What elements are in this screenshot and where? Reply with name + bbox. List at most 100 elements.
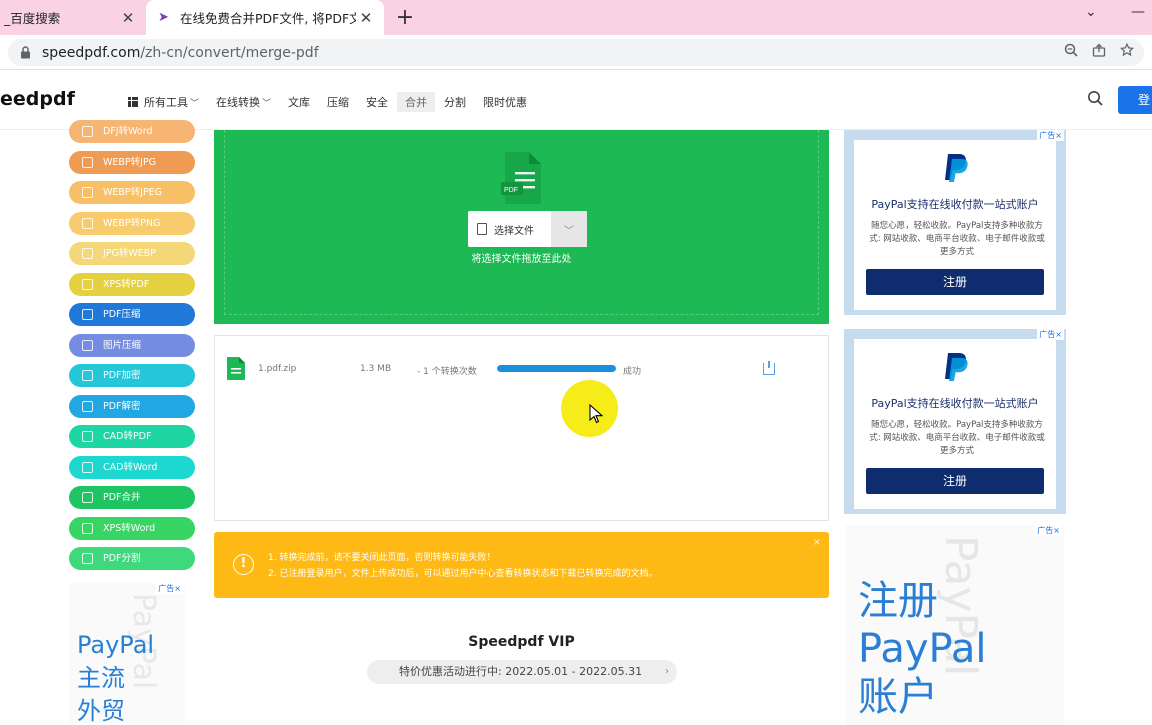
tool-icon (82, 217, 93, 229)
sidebar-tool-button[interactable]: 图片压缩 (69, 333, 195, 357)
download-icon[interactable] (763, 361, 775, 375)
nav-limited-offer[interactable]: 限时优惠 (483, 94, 527, 110)
bookmark-star-icon[interactable] (1119, 42, 1135, 61)
upload-dropzone[interactable]: PDF 选择文件 ﹀ 将选择文件拖放至此处 (214, 130, 829, 324)
vip-promo-link[interactable]: 特价优惠活动进行中: 2022.05.01 - 2022.05.31 › (367, 660, 677, 684)
chevron-right-icon: › (665, 666, 669, 677)
nav-library[interactable]: 文库 (288, 94, 310, 110)
close-icon[interactable]: ✕ (356, 9, 376, 27)
ad-small-line: PayPal (77, 631, 155, 659)
paypal-small-ad[interactable]: 广告× PayPal PayPal 主流 外贸 (69, 583, 185, 723)
tool-icon (82, 309, 93, 320)
tool-label: JPG转WEBP (103, 248, 157, 259)
tool-label: WEBP转JPEG (103, 187, 163, 198)
svg-text:PDF: PDF (504, 187, 518, 194)
ad-choices-icon[interactable]: 广告× (1035, 525, 1062, 536)
sidebar-tool-button[interactable]: CAD转PDF (69, 425, 195, 448)
tool-icon (82, 553, 93, 564)
notice-line: 2. 已注册登录用户，文件上传成功后，可以通过用户中心查看转换状态和下载已转换完… (268, 569, 658, 579)
tab-speedpdf[interactable]: ➤ 在线免费合并PDF文件, 将PDF文 ✕ (146, 0, 384, 35)
tool-label: 图片压缩 (103, 339, 142, 351)
chevron-down-icon[interactable]: ⌄ (1085, 4, 1097, 20)
status-text: 成功 (623, 367, 642, 377)
warning-icon: ! (233, 554, 254, 575)
grid-icon (128, 97, 138, 107)
paypal-ad[interactable]: 广告× PayPal支持在线收付款一站式账户 随您心愿，轻松收款。PayPal支… (844, 130, 1066, 315)
new-tab-icon[interactable]: + (393, 5, 417, 30)
tool-icon (82, 492, 93, 503)
file-size: 1.3 MB (360, 364, 392, 374)
choose-file-label: 选择文件 (494, 225, 534, 237)
tool-icon (82, 187, 93, 198)
ad-body: 随您心愿，轻松收款。PayPal支持多种收款方式: 网站收款、电商平台收款、电子… (869, 221, 1045, 257)
lock-icon (20, 45, 34, 60)
nav-all-tools[interactable]: 所有工具 ﹀ (128, 94, 199, 110)
nav-split[interactable]: 分割 (444, 94, 466, 110)
tool-label: PDF压缩 (103, 309, 141, 320)
tool-label: WEBP转PNG (103, 217, 161, 229)
tool-icon (82, 522, 93, 534)
mouse-cursor-icon (589, 403, 604, 428)
progress-bar (497, 365, 616, 372)
ad-big-line: 账户 (858, 674, 938, 720)
sidebar-tool-button[interactable]: WEBP转JPG (69, 150, 195, 174)
url-input[interactable]: speedpdf.com/zh-cn/convert/merge-pdf (8, 39, 1144, 66)
choose-file-main[interactable]: 选择文件 (468, 211, 551, 247)
pdf-file-icon: PDF (501, 152, 541, 204)
file-list: 1.pdf.zip 1.3 MB - 1 个转换次数 成功 (214, 335, 829, 521)
site-logo[interactable]: eedpdf (0, 88, 75, 110)
paypal-logo-icon (942, 351, 970, 383)
tool-label: WEBP转JPG (103, 156, 157, 168)
login-button[interactable]: 登 (1118, 86, 1152, 114)
paypal-logo-icon (942, 152, 970, 184)
tab-baidu[interactable]: _百度搜索 ✕ (0, 0, 146, 35)
paypal-ad[interactable]: 广告× PayPal支持在线收付款一站式账户 随您心愿，轻松收款。PayPal支… (844, 329, 1066, 514)
list-item: 1.pdf.zip 1.3 MB - 1 个转换次数 成功 (215, 356, 830, 382)
sidebar-tool-button[interactable]: PDF分割 (69, 547, 195, 570)
ad-register-button[interactable]: 注册 (866, 269, 1044, 295)
file-name: 1.pdf.zip (258, 364, 297, 374)
close-icon[interactable]: ✕ (118, 9, 138, 27)
sidebar-tool-button[interactable]: JPG转WEBP (69, 242, 195, 265)
zoom-icon[interactable] (1064, 43, 1078, 61)
document-icon (477, 223, 487, 235)
tab-title: _百度搜索 (4, 11, 61, 26)
tool-icon (82, 339, 93, 351)
notice-line: 1. 转换完成前，请不要关闭此页面，否则转换可能失败！ (268, 553, 496, 563)
tool-icon (82, 431, 93, 442)
search-icon[interactable] (1087, 90, 1103, 111)
sidebar-tool-button[interactable]: PDF加密 (69, 364, 195, 387)
browser-tab-bar: _百度搜索 ✕ ➤ 在线免费合并PDF文件, 将PDF文 ✕ + ⌄ — (0, 0, 1152, 35)
sidebar-tool-button[interactable]: WEBP转JPEG (69, 181, 195, 204)
nav-online-convert[interactable]: 在线转换 ﹀ (216, 94, 271, 110)
vip-promo-text: 特价优惠活动进行中: 2022.05.01 - 2022.05.31 (399, 665, 643, 678)
nav-compress[interactable]: 压缩 (327, 94, 349, 110)
ad-small-line: 外贸 (77, 697, 125, 723)
tool-label: DFJ转Word (103, 126, 153, 137)
tool-icon (82, 370, 93, 381)
sidebar-tool-button[interactable]: DFJ转Word (69, 120, 195, 143)
sidebar-tool-button[interactable]: PDF解密 (69, 394, 195, 418)
share-icon[interactable] (1092, 43, 1106, 61)
progress-fill (497, 365, 616, 372)
sidebar-tool-button[interactable]: WEBP转PNG (69, 211, 195, 235)
tool-label: PDF加密 (103, 370, 141, 381)
sidebar-tool-button[interactable]: CAD转Word (69, 455, 195, 479)
ad-body: 随您心愿，轻松收款。PayPal支持多种收款方式: 网站收款、电商平台收款、电子… (869, 420, 1045, 456)
tool-label: PDF合并 (103, 492, 141, 503)
ad-big-line: PayPal (858, 626, 987, 672)
nav-security[interactable]: 安全 (366, 94, 388, 110)
nav-merge[interactable]: 合并 (397, 92, 436, 112)
sidebar-tool-button[interactable]: XPS转PDF (69, 272, 195, 296)
tool-label: XPS转PDF (103, 278, 150, 290)
drop-hint: 将选择文件拖放至此处 (471, 254, 572, 265)
ad-register-button[interactable]: 注册 (866, 468, 1044, 494)
close-icon[interactable]: × (813, 537, 821, 548)
sidebar-tool-button[interactable]: XPS转Word (69, 516, 195, 540)
choose-file-button[interactable]: 选择文件 ﹀ (468, 211, 587, 247)
chevron-down-icon[interactable]: ﹀ (551, 211, 587, 247)
sidebar-tool-button[interactable]: PDF压缩 (69, 303, 195, 326)
sidebar-tool-button[interactable]: PDF合并 (69, 486, 195, 509)
paypal-banner-ad[interactable]: 广告× PayPal 注册 PayPal 账户 (846, 525, 1064, 725)
minimize-icon[interactable]: — (1131, 4, 1145, 20)
